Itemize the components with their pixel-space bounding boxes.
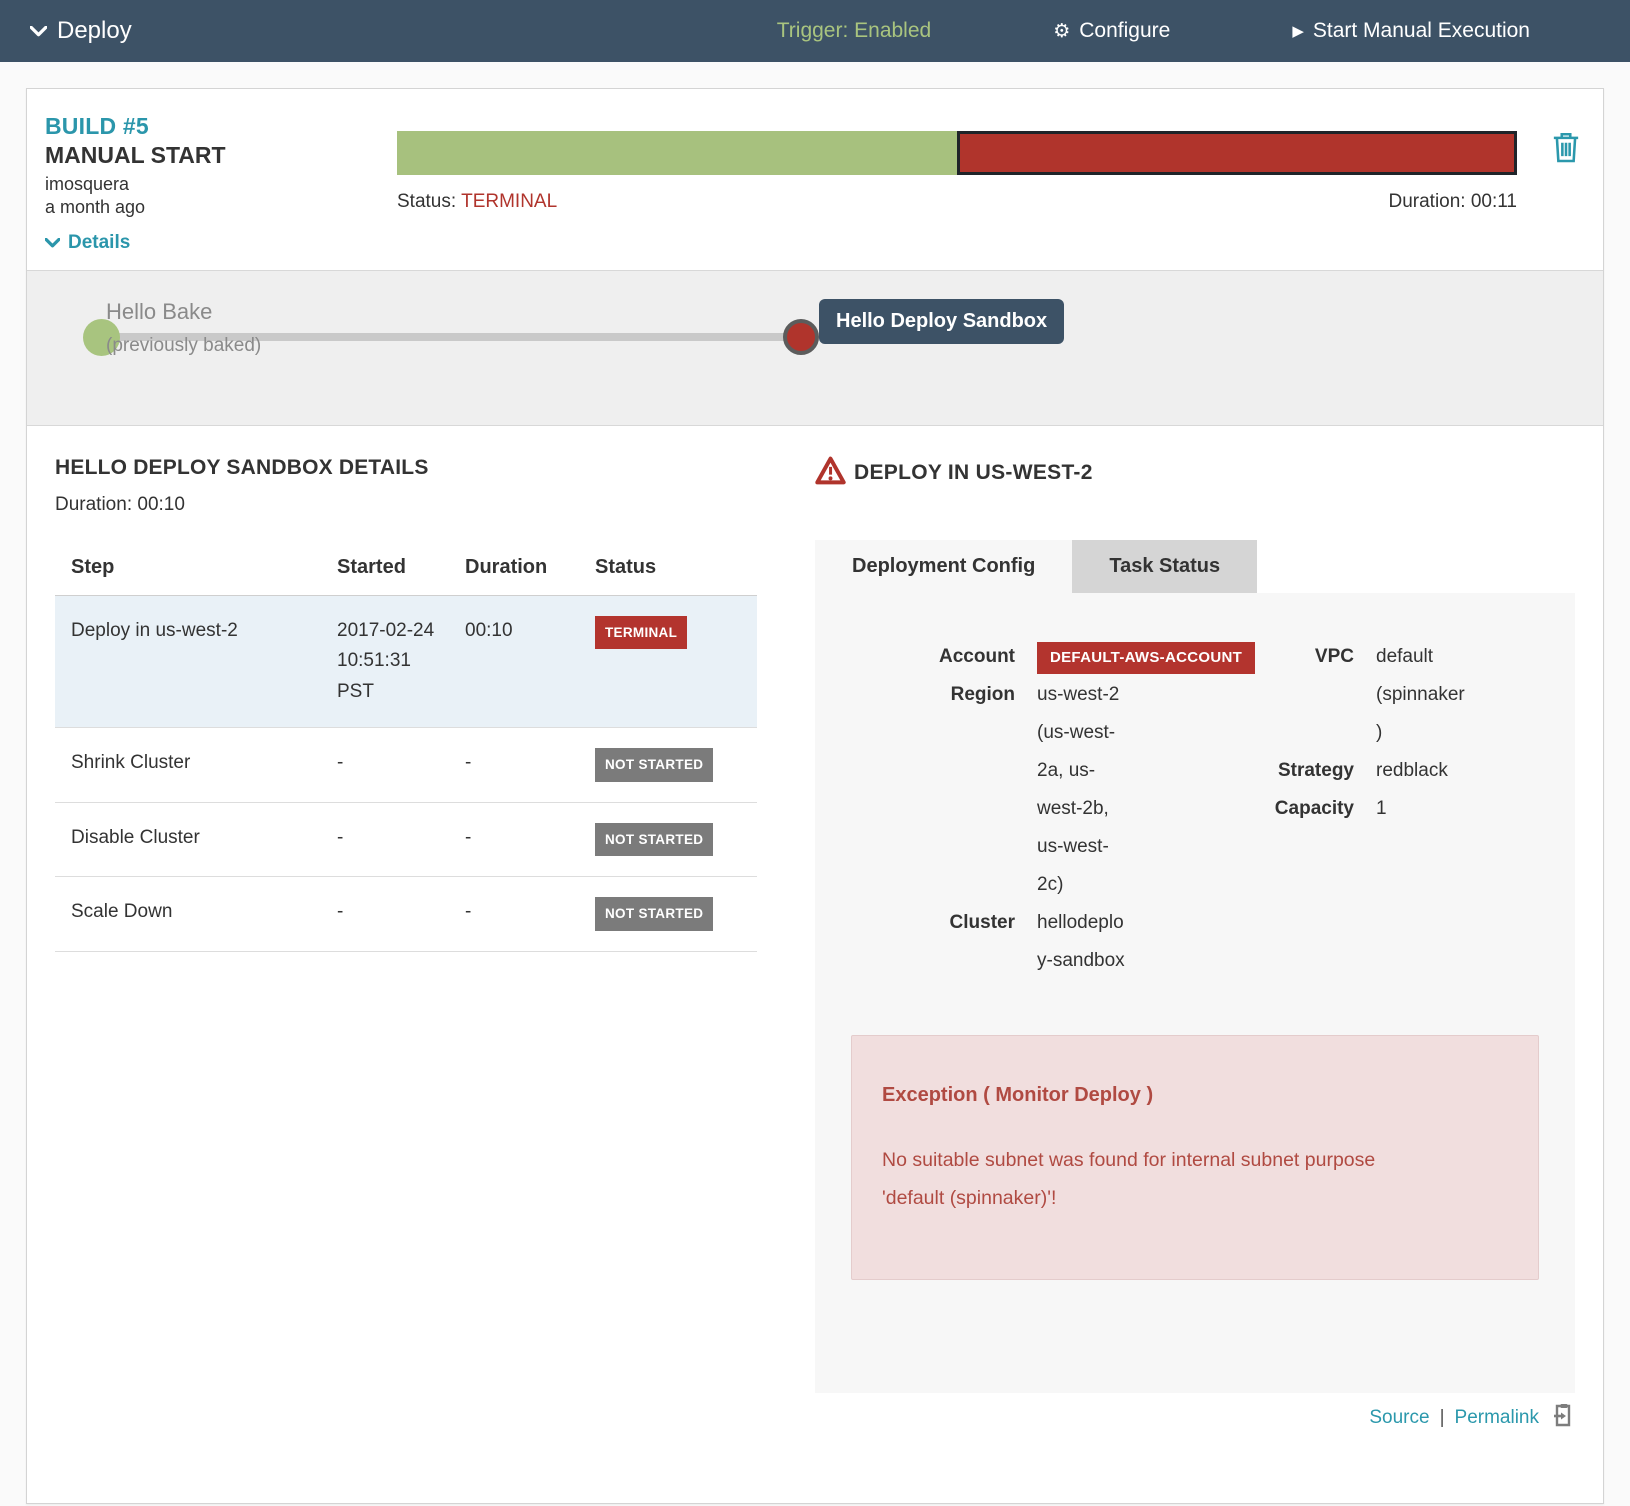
chevron-down-icon: [45, 238, 60, 248]
build-number: BUILD #5: [45, 113, 397, 140]
cluster-value: hellodeploy-sandbox: [1037, 904, 1132, 980]
steps-table: Step Started Duration Status Deploy in u…: [55, 548, 757, 952]
build-user: imosquera: [45, 173, 397, 196]
pipeline-navbar: Deploy Trigger: Enabled ⚙ Configure ▶ St…: [0, 0, 1630, 62]
warning-icon: [815, 456, 846, 490]
pipeline-graph: Hello Bake (previously baked) Hello Depl…: [27, 270, 1603, 426]
play-icon: ▶: [1292, 24, 1304, 39]
exception-message: No suitable subnet was found for interna…: [882, 1141, 1442, 1217]
vpc-label: VPC: [1224, 638, 1354, 676]
table-row[interactable]: Shrink Cluster - - NOT STARTED: [55, 727, 757, 802]
build-age: a month ago: [45, 196, 397, 219]
stage-label-hello-bake[interactable]: Hello Bake (previously baked): [106, 299, 261, 357]
capacity-value: 1: [1376, 790, 1471, 828]
execution-status: Status: TERMINAL: [397, 191, 557, 213]
cluster-label: Cluster: [845, 904, 1015, 942]
tab-task-status[interactable]: Task Status: [1072, 540, 1257, 593]
region-label: Region: [845, 676, 1015, 714]
pipeline-title: Deploy: [57, 17, 132, 45]
configure-button[interactable]: ⚙ Configure: [1053, 19, 1170, 43]
stage-node-hello-deploy-sandbox[interactable]: [783, 319, 819, 355]
gear-icon: ⚙: [1053, 22, 1070, 41]
trigger-status: Trigger: Enabled: [777, 19, 931, 43]
capacity-label: Capacity: [1224, 790, 1354, 828]
details-region: HELLO DEPLOY SANDBOX DETAILS Duration: 0…: [27, 426, 1603, 1503]
progress-failed-segment[interactable]: [957, 131, 1517, 175]
status-value: TERMINAL: [461, 191, 557, 212]
tab-deployment-config[interactable]: Deployment Config: [815, 540, 1072, 593]
deployment-config-panel: Account DEFAULT-AWS-ACCOUNT Region us-we…: [815, 593, 1575, 1393]
build-type: MANUAL START: [45, 142, 397, 169]
chevron-down-icon: [30, 26, 47, 37]
details-toggle[interactable]: Details: [45, 232, 397, 254]
column-header-step: Step: [55, 548, 337, 596]
status-badge: TERMINAL: [595, 616, 687, 650]
progress-success-segment[interactable]: [397, 131, 957, 175]
column-header-started: Started: [337, 548, 465, 596]
source-link[interactable]: Source: [1369, 1407, 1429, 1429]
account-badge: DEFAULT-AWS-ACCOUNT: [1037, 642, 1255, 674]
strategy-label: Strategy: [1224, 752, 1354, 790]
execution-header: BUILD #5 MANUAL START imosquera a month …: [27, 89, 1603, 270]
table-row[interactable]: Scale Down - - NOT STARTED: [55, 877, 757, 952]
status-badge: NOT STARTED: [595, 748, 713, 782]
stage-panel-column: DEPLOY IN US-WEST-2 Deployment Config Ta…: [815, 456, 1575, 1433]
delete-execution-button[interactable]: [1551, 130, 1581, 254]
execution-duration: Duration: 00:11: [1388, 191, 1517, 213]
stage-tabs: Deployment Config Task Status: [815, 540, 1575, 593]
exception-box: Exception ( Monitor Deploy ) No suitable…: [851, 1035, 1539, 1280]
stage-label-hello-deploy-sandbox[interactable]: Hello Deploy Sandbox: [819, 299, 1064, 344]
column-header-duration: Duration: [465, 548, 595, 596]
start-manual-execution-button[interactable]: ▶ Start Manual Execution: [1292, 19, 1530, 43]
execution-progress-bar: [397, 131, 1517, 175]
stage-details-column: HELLO DEPLOY SANDBOX DETAILS Duration: 0…: [55, 456, 757, 1433]
stage-panel-title: DEPLOY IN US-WEST-2: [854, 461, 1093, 485]
account-label: Account: [845, 638, 1015, 676]
exception-title: Exception ( Monitor Deploy ): [882, 1084, 1508, 1107]
stage-duration: Duration: 00:10: [55, 494, 757, 516]
trash-icon: [1551, 151, 1581, 168]
stage-panel-footer: Source | Permalink: [815, 1403, 1575, 1433]
copy-permalink-button[interactable]: [1553, 1403, 1575, 1433]
pipeline-title-toggle[interactable]: Deploy: [30, 17, 132, 45]
status-badge: NOT STARTED: [595, 823, 713, 857]
column-header-status: Status: [595, 548, 757, 596]
strategy-value: redblack: [1376, 752, 1471, 790]
permalink-link[interactable]: Permalink: [1455, 1407, 1539, 1429]
execution-card: BUILD #5 MANUAL START imosquera a month …: [26, 88, 1604, 1504]
table-row[interactable]: Deploy in us-west-2 2017-02-24 10:51:31 …: [55, 595, 757, 727]
region-value: us-west-2 (us-west-2a, us-west-2b, us-we…: [1037, 676, 1132, 904]
clipboard-icon: [1553, 1403, 1575, 1433]
table-row[interactable]: Disable Cluster - - NOT STARTED: [55, 802, 757, 877]
vpc-value: default (spinnaker): [1376, 638, 1471, 752]
stage-details-title: HELLO DEPLOY SANDBOX DETAILS: [55, 456, 757, 480]
status-badge: NOT STARTED: [595, 897, 713, 931]
